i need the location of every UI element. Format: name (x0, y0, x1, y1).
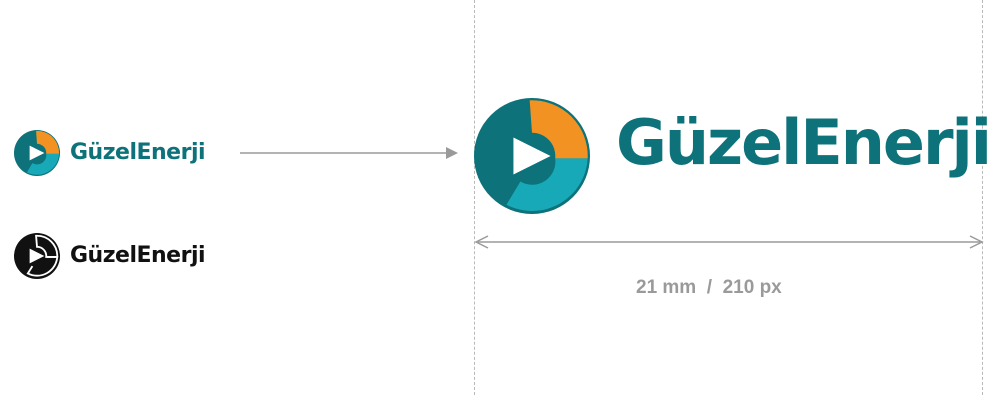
logo-wordmark-small-black: GüzelEnerji (70, 243, 206, 268)
guide-line-right (982, 0, 983, 395)
logo-wordmark-small: GüzelEnerji (70, 140, 206, 165)
dimension-arrow (474, 235, 984, 249)
guzelenerji-logo-mark-black-icon (14, 233, 60, 279)
guzelenerji-logo-mark-icon (14, 130, 60, 176)
dimension-label: 21 mm / 210 px (636, 277, 782, 298)
logo-wordmark-large: GüzelEnerji (616, 106, 992, 179)
arrow-right-icon (240, 147, 458, 159)
guzelenerji-logo-mark-large-icon (474, 98, 590, 214)
